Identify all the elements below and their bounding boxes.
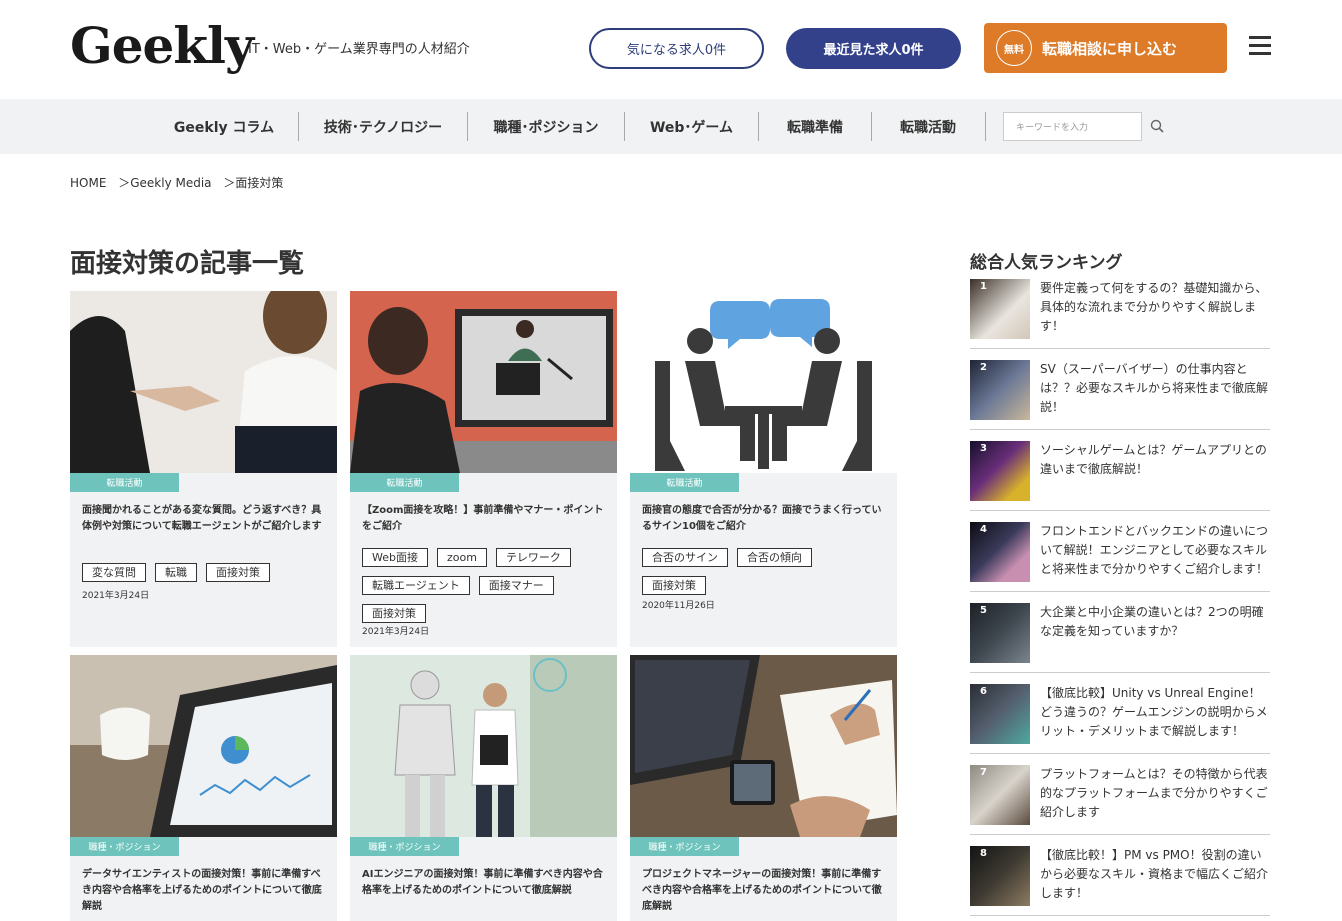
nav-item-web-game[interactable]: Web･ゲーム [638, 99, 745, 154]
ranking-item[interactable]: 4 フロントエンドとバックエンドの違いについて解説！エンジニアとして必要なスキル… [970, 522, 1270, 592]
tag[interactable]: 転職エージェント [362, 576, 470, 595]
tag[interactable]: 合否の傾向 [737, 548, 812, 567]
article-thumbnail[interactable] [350, 655, 617, 837]
breadcrumb-media[interactable]: ＞Geekly Media [118, 176, 211, 190]
global-nav: Geekly コラム 技術･テクノロジー 職種･ポジション Web･ゲーム 転職… [0, 99, 1342, 154]
tag[interactable]: 面接対策 [206, 563, 270, 582]
nav-item-position[interactable]: 職種･ポジション [482, 99, 610, 154]
article-thumbnail[interactable] [70, 655, 337, 837]
article-title[interactable]: 面接官の態度で合否が分かる？面接でうまく行っているサイン10個をご紹介 [642, 503, 887, 535]
ranking-item[interactable]: 5 大企業と中小企業の違いとは？2つの明確な定義を知っていますか？ [970, 603, 1270, 673]
article-thumbnail[interactable] [350, 291, 617, 473]
ranking-number: 3 [980, 443, 987, 454]
tag-list: 変な質問 転職 面接対策 [82, 561, 332, 589]
category-badge[interactable]: 転職活動 [630, 473, 739, 492]
ranking-text[interactable]: 【徹底比較】Unity vs Unreal Engine！どう違うの？ゲームエン… [1040, 684, 1270, 741]
ranking-thumbnail[interactable]: 6 [970, 684, 1030, 744]
nav-item-tech[interactable]: 技術･テクノロジー [312, 99, 454, 154]
ranking-number: 1 [980, 281, 987, 292]
ranking-text[interactable]: フロントエンドとバックエンドの違いについて解説！エンジニアとして必要なスキルと将… [1040, 522, 1270, 579]
ranking-thumbnail[interactable]: 2 [970, 360, 1030, 420]
nav-item-activity[interactable]: 転職活動 [885, 99, 971, 154]
article-card[interactable]: 転職活動 【Zoom面接を攻略！】事前準備やマナー・ポイントをご紹介 Web面接… [350, 291, 617, 647]
ranking-thumbnail[interactable]: 3 [970, 441, 1030, 501]
ranking-item[interactable]: 3 ソーシャルゲームとは？ゲームアプリとの違いまで徹底解説！ [970, 441, 1270, 511]
site-header: Geekly IT・Web・ゲーム業界専門の人材紹介 気になる求人0件 最近見た… [0, 0, 1342, 99]
ranking-text[interactable]: 要件定義って何をするの？基礎知識から、具体的な流れまで分かりやすく解説します！ [1040, 279, 1270, 336]
ranking-title: 総合人気ランキング [970, 253, 1123, 273]
ranking-thumbnail[interactable]: 8 [970, 846, 1030, 906]
nav-item-preparation[interactable]: 転職準備 [772, 99, 858, 154]
ranking-text[interactable]: SV（スーパーバイザー）の仕事内容とは？？必要なスキルから将来性まで徹底解説！ [1040, 360, 1270, 417]
ranking-number: 8 [980, 848, 987, 859]
consult-label: 転職相談に申し込む [1042, 39, 1178, 58]
favorite-jobs-button[interactable]: 気になる求人0件 [589, 28, 764, 69]
site-tagline: IT・Web・ゲーム業界専門の人材紹介 [248, 42, 470, 57]
tag[interactable]: Web面接 [362, 548, 428, 567]
article-title[interactable]: データサイエンティストの面接対策！事前に準備すべき内容や合格率を上げるためのポイ… [82, 867, 327, 915]
article-thumbnail[interactable] [70, 291, 337, 473]
ranking-thumbnail[interactable]: 7 [970, 765, 1030, 825]
ranking-number: 7 [980, 767, 987, 778]
tag-list: 合否のサイン 合否の傾向面接対策 [642, 546, 892, 602]
site-logo[interactable]: Geekly [70, 18, 254, 74]
category-badge[interactable]: 転職活動 [70, 473, 179, 492]
ranking-number: 5 [980, 605, 987, 616]
ranking-text[interactable]: ソーシャルゲームとは？ゲームアプリとの違いまで徹底解説！ [1040, 441, 1270, 479]
ranking-item[interactable]: 8 【徹底比較！】PM vs PMO！役割の違いから必要なスキル・資格まで幅広く… [970, 846, 1270, 916]
ranking-text[interactable]: プラットフォームとは？その特徴から代表的なプラットフォームまで分かりやすくご紹介… [1040, 765, 1270, 822]
ranking-number: 4 [980, 524, 987, 535]
tag[interactable]: 面接対策 [642, 576, 706, 595]
article-thumbnail[interactable] [630, 655, 897, 837]
ranking-thumbnail[interactable]: 4 [970, 522, 1030, 582]
article-title[interactable]: プロジェクトマネージャーの面接対策！事前に準備すべき内容や合格率を上げるためのポ… [642, 867, 887, 915]
tag[interactable]: 面接対策 [362, 604, 426, 623]
tag[interactable]: 面接マナー [478, 576, 554, 595]
nav-item-geekly-column[interactable]: Geekly コラム [165, 99, 283, 154]
tag[interactable]: 転職 [155, 563, 197, 582]
ranking-item[interactable]: 6 【徹底比較】Unity vs Unreal Engine！どう違うの？ゲーム… [970, 684, 1270, 754]
article-card[interactable]: 転職活動 面接官の態度で合否が分かる？面接でうまく行っているサイン10個をご紹介… [630, 291, 897, 647]
article-card[interactable]: 職種・ポジション プロジェクトマネージャーの面接対策！事前に準備すべき内容や合格… [630, 655, 897, 921]
recent-jobs-button[interactable]: 最近見た求人0件 [786, 28, 961, 69]
ranking-item[interactable]: 1 要件定義って何をするの？基礎知識から、具体的な流れまで分かりやすく解説します… [970, 279, 1270, 349]
search-input[interactable]: キーワードを入力 [1003, 112, 1142, 141]
page-title: 面接対策の記事一覧 [70, 249, 305, 279]
tag[interactable]: 変な質問 [82, 563, 146, 582]
tag-list: Web面接 zoom テレワーク転職エージェント 面接マナー面接対策 [362, 546, 612, 630]
ranking-text[interactable]: 大企業と中小企業の違いとは？2つの明確な定義を知っていますか？ [1040, 603, 1270, 641]
ranking-number: 2 [980, 362, 987, 373]
category-badge[interactable]: 職種・ポジション [350, 837, 459, 856]
article-card[interactable]: 職種・ポジション データサイエンティストの面接対策！事前に準備すべき内容や合格率… [70, 655, 337, 921]
hamburger-menu-icon[interactable] [1249, 36, 1271, 56]
category-badge[interactable]: 職種・ポジション [630, 837, 739, 856]
article-title[interactable]: 【Zoom面接を攻略！】事前準備やマナー・ポイントをご紹介 [362, 503, 607, 535]
search-icon[interactable] [1150, 119, 1164, 133]
article-title[interactable]: 面接聞かれることがある変な質問。どう返すべき？具体例や対策について転職エージェン… [82, 503, 327, 535]
ranking-text[interactable]: 【徹底比較！】PM vs PMO！役割の違いから必要なスキル・資格まで幅広くご紹… [1040, 846, 1270, 903]
ranking-item[interactable]: 7 プラットフォームとは？その特徴から代表的なプラットフォームまで分かりやすくご… [970, 765, 1270, 835]
tag[interactable]: zoom [436, 548, 487, 567]
ranking-thumbnail[interactable]: 1 [970, 279, 1030, 339]
article-card[interactable]: 職種・ポジション AIエンジニアの面接対策！事前に準備すべき内容や合格率を上げる… [350, 655, 617, 921]
article-date: 2021年3月24日 [362, 627, 430, 637]
category-badge[interactable]: 転職活動 [350, 473, 459, 492]
article-date: 2020年11月26日 [642, 601, 715, 611]
consult-apply-button[interactable]: 無料 転職相談に申し込む [984, 23, 1227, 73]
article-card[interactable]: 転職活動 面接聞かれることがある変な質問。どう返すべき？具体例や対策について転職… [70, 291, 337, 647]
ranking-thumbnail[interactable]: 5 [970, 603, 1030, 663]
breadcrumb-current: ＞面接対策 [223, 176, 284, 190]
breadcrumb: HOME ＞Geekly Media ＞面接対策 [70, 174, 291, 191]
free-badge: 無料 [996, 30, 1032, 66]
category-badge[interactable]: 職種・ポジション [70, 837, 179, 856]
ranking-item[interactable]: 2 SV（スーパーバイザー）の仕事内容とは？？必要なスキルから将来性まで徹底解説… [970, 360, 1270, 430]
tag[interactable]: 合否のサイン [642, 548, 728, 567]
article-title[interactable]: AIエンジニアの面接対策！事前に準備すべき内容や合格率を上げるためのポイントにつ… [362, 867, 607, 899]
article-date: 2021年3月24日 [82, 591, 150, 601]
breadcrumb-home[interactable]: HOME [70, 176, 106, 190]
tag[interactable]: テレワーク [495, 548, 571, 567]
ranking-number: 6 [980, 686, 987, 697]
article-thumbnail[interactable] [630, 291, 897, 473]
